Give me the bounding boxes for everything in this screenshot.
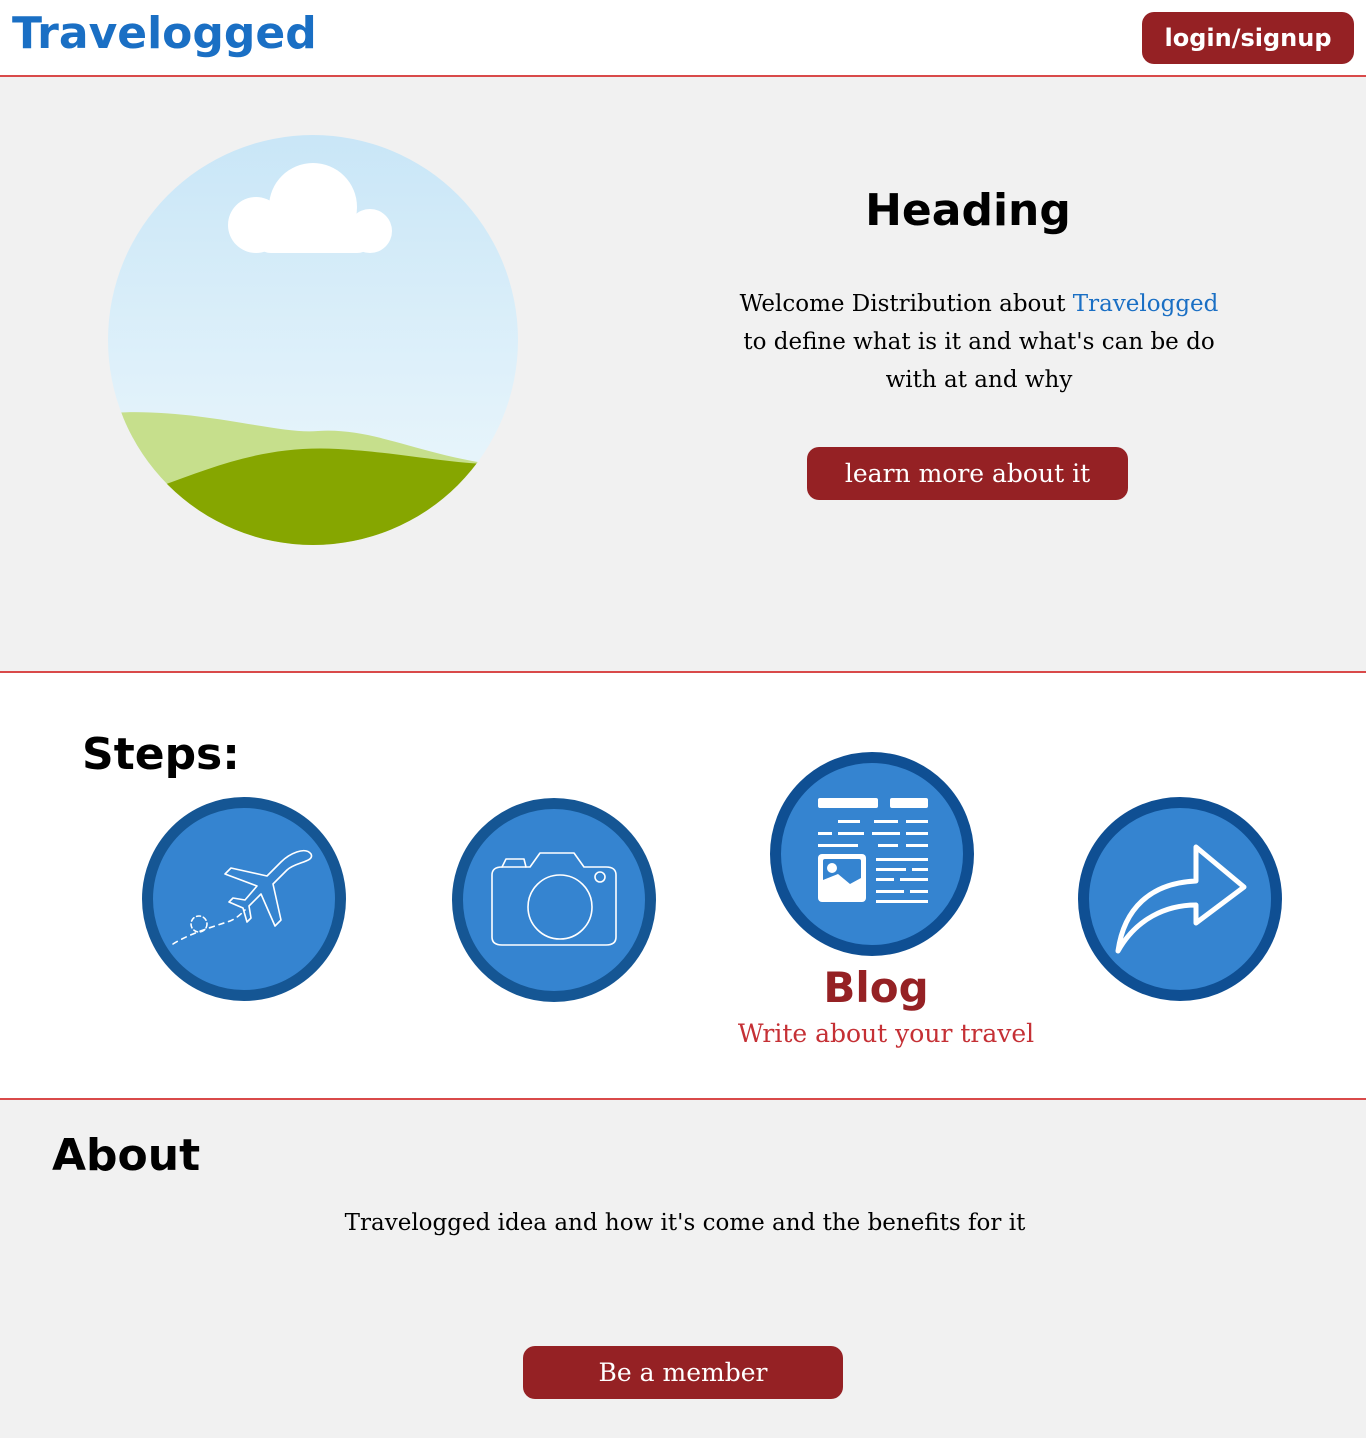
- hero-section: Heading Welcome Distribution about Trave…: [0, 77, 1366, 673]
- hero-heading: Heading: [865, 185, 1071, 236]
- step-share[interactable]: [1078, 797, 1282, 1001]
- about-text: Travelogged idea and how it's come and t…: [344, 1210, 1026, 1236]
- landscape-icon: [108, 135, 518, 545]
- step-travel[interactable]: [142, 797, 346, 1001]
- hero-text-part: to define what is it and what's can be d…: [743, 329, 1215, 393]
- hero-text-part: Welcome Distribution about: [739, 291, 1073, 317]
- blog-sublabel: Write about your travel: [737, 1019, 1035, 1048]
- blog-article-icon: [818, 798, 928, 903]
- steps-title: Steps:: [82, 729, 240, 780]
- learn-more-button[interactable]: learn more about it: [807, 447, 1128, 500]
- camera-icon: [491, 852, 617, 946]
- share-arrow-icon: [1115, 844, 1247, 954]
- steps-section: Steps: Blog Write about your travel: [0, 673, 1366, 1100]
- be-a-member-button[interactable]: Be a member: [523, 1346, 843, 1399]
- header: Travelogged login/signup: [0, 0, 1366, 77]
- about-title: About: [52, 1130, 201, 1181]
- step-photo[interactable]: [452, 798, 656, 1002]
- hero-description: Welcome Distribution about Travelogged t…: [726, 285, 1232, 399]
- about-section: About Travelogged idea and how it's come…: [0, 1100, 1366, 1438]
- hero-brand-link[interactable]: Travelogged: [1073, 291, 1219, 317]
- login-signup-button[interactable]: login/signup: [1142, 12, 1354, 64]
- logo[interactable]: Travelogged: [12, 8, 317, 59]
- airplane-icon: [172, 849, 313, 945]
- blog-label: Blog: [823, 963, 929, 1012]
- step-blog[interactable]: [770, 752, 974, 956]
